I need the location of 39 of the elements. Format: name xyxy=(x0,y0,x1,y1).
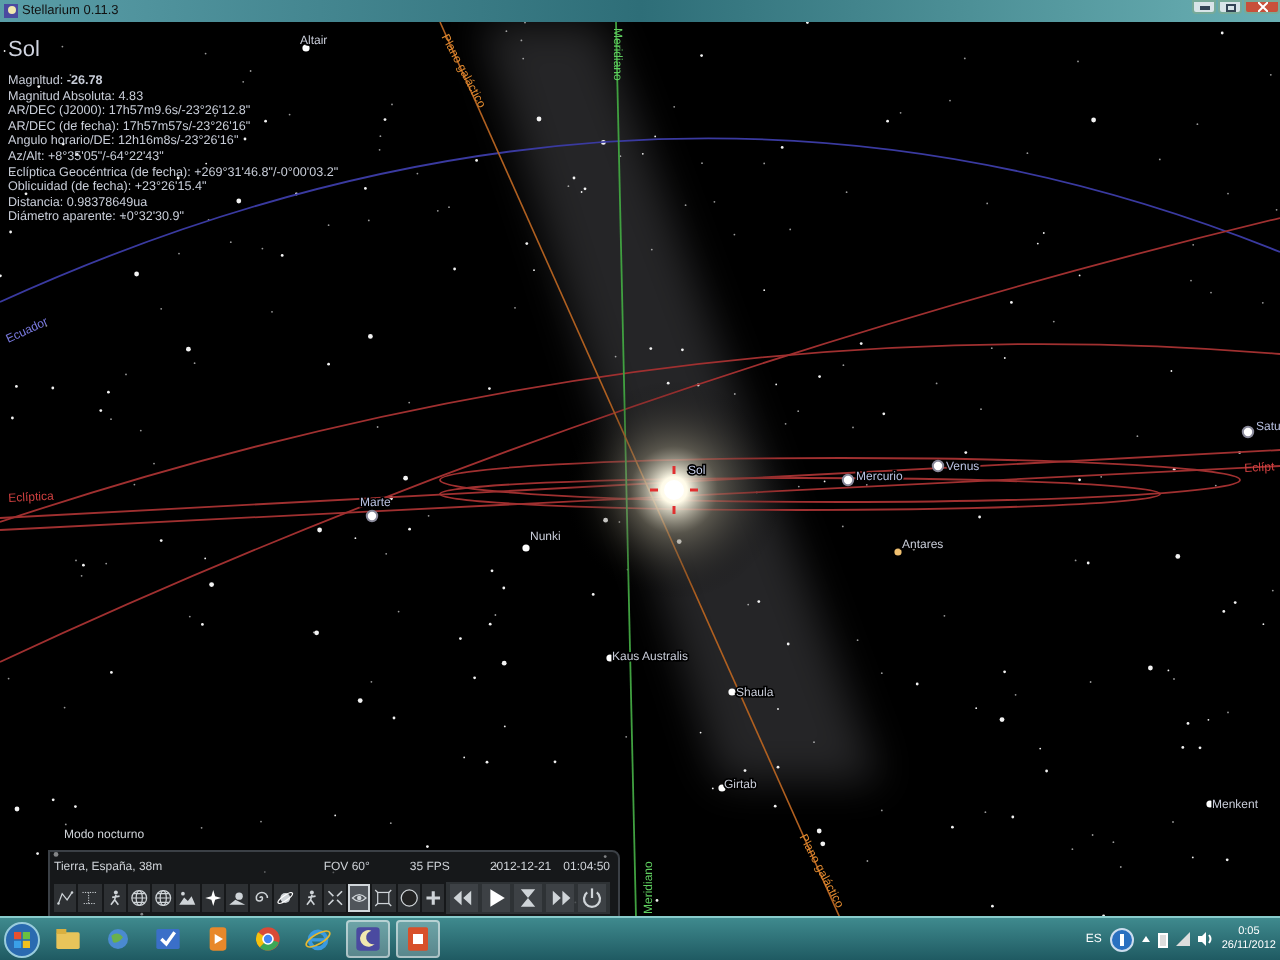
maximize-button[interactable] xyxy=(1218,0,1242,14)
hourglass-icon[interactable] xyxy=(514,884,542,912)
rewind-icon[interactable] xyxy=(450,884,478,912)
sun-landscape-icon[interactable] xyxy=(225,884,248,912)
planet-marker[interactable] xyxy=(841,473,855,487)
spiral-icon[interactable] xyxy=(250,884,273,912)
slides-icon[interactable] xyxy=(396,920,440,958)
star-lines-icon[interactable] xyxy=(54,884,77,912)
object-name: Sol xyxy=(8,38,40,62)
maximize-icon xyxy=(1225,3,1235,11)
walking-figure-icon[interactable] xyxy=(103,884,126,912)
fast-forward-icon[interactable] xyxy=(546,884,574,912)
circle-icon[interactable] xyxy=(397,884,420,912)
planet-marker[interactable] xyxy=(365,509,379,523)
signal-icon[interactable] xyxy=(1175,932,1190,946)
globe-grid-icon[interactable] xyxy=(152,884,175,912)
close-button[interactable] xyxy=(1244,0,1280,14)
planet-marker[interactable] xyxy=(931,459,945,473)
walking-figure-icon[interactable] xyxy=(299,884,322,912)
arrows-icon[interactable] xyxy=(323,884,346,912)
plus-icon[interactable] xyxy=(421,884,444,912)
sparkle-icon[interactable] xyxy=(201,884,224,912)
planet-marker[interactable] xyxy=(1241,425,1255,439)
start-button[interactable] xyxy=(4,921,40,957)
volume-icon[interactable] xyxy=(1197,932,1214,946)
ringed-planet-icon[interactable] xyxy=(274,884,297,912)
app-icon xyxy=(4,4,18,18)
play-icon[interactable] xyxy=(482,884,510,912)
square-icon[interactable] xyxy=(372,884,395,912)
caret-icon[interactable] xyxy=(1141,935,1150,943)
power-icon[interactable] xyxy=(578,884,606,912)
globe-grid-icon[interactable] xyxy=(127,884,150,912)
minimize-icon xyxy=(1199,5,1209,9)
battery-icon[interactable] xyxy=(1157,931,1168,947)
minimize-button[interactable] xyxy=(1192,0,1216,14)
moon-icon[interactable] xyxy=(346,920,390,958)
landscape-icon[interactable] xyxy=(176,884,199,912)
close-icon xyxy=(1257,2,1267,12)
eye-icon[interactable] xyxy=(348,884,371,912)
